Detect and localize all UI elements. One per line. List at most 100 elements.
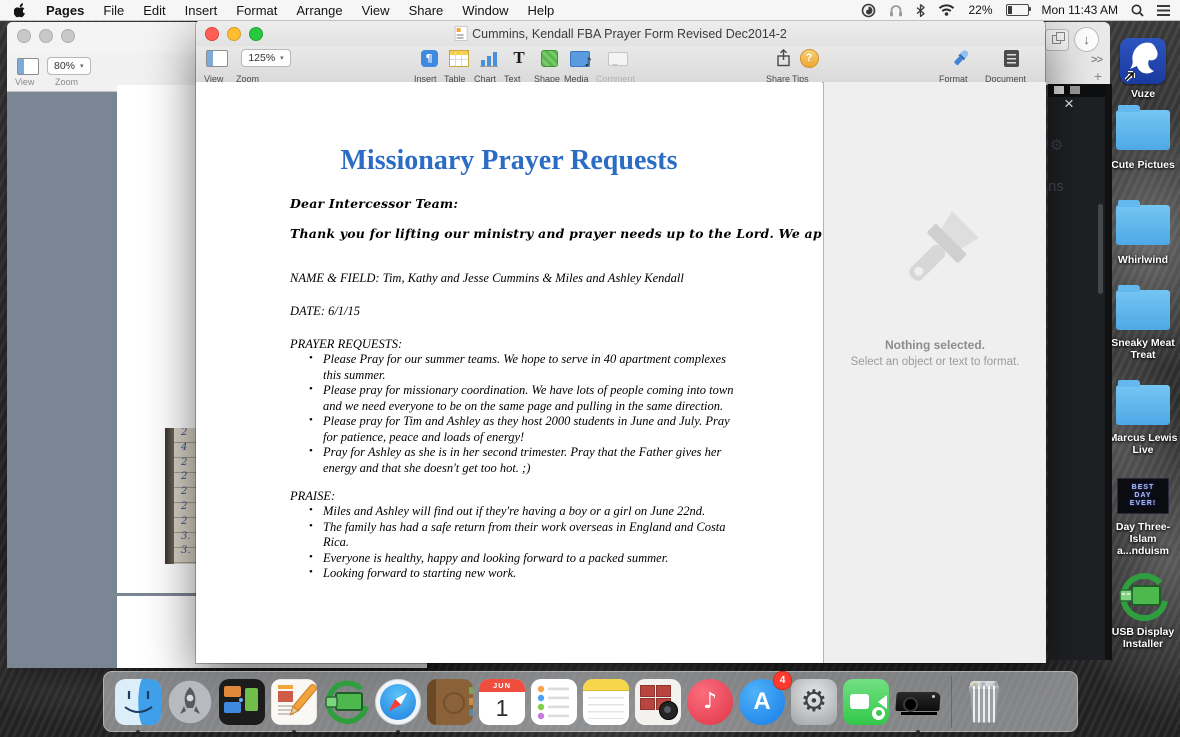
desktop-icon-marcus-lewis-live[interactable]: Marcus Lewis Live <box>1104 385 1180 456</box>
tips-button[interactable]: ? Tips <box>792 49 826 67</box>
window-tiles-icon <box>219 679 265 725</box>
media-button[interactable]: ♪ Media <box>564 49 596 67</box>
menu-insert[interactable]: Insert <box>185 3 218 18</box>
running-indicator <box>292 730 296 734</box>
notes-icon <box>583 679 629 725</box>
name-field-line: NAME & FIELD: Tim, Kathy and Jesse Cummi… <box>290 270 822 286</box>
view-button[interactable]: View <box>204 49 230 67</box>
download-button[interactable]: ↓ <box>1074 27 1099 52</box>
menu-clock[interactable]: Mon 11:43 AM <box>1042 3 1119 17</box>
zoom-button[interactable] <box>61 29 75 43</box>
close-button[interactable] <box>17 29 31 43</box>
menu-format[interactable]: Format <box>236 3 277 18</box>
running-indicator <box>916 730 920 734</box>
dock-app-store[interactable]: A 4 <box>736 676 788 728</box>
document-button[interactable]: Document <box>985 49 1037 67</box>
dock-projector-device[interactable] <box>892 676 944 728</box>
menu-help[interactable]: Help <box>528 3 555 18</box>
dock-safari[interactable] <box>372 676 424 728</box>
list-item: Please Pray for our summer teams. We hop… <box>323 352 737 383</box>
desktop-icon-day-three[interactable]: BEST DAY EVER! Day Three- Islam a...ndui… <box>1104 478 1180 557</box>
desktop-icon-vuze[interactable]: Vuze <box>1104 38 1180 100</box>
desktop-icon-whirlwind[interactable]: Whirlwind <box>1104 205 1180 266</box>
app-store-badge: 4 <box>773 671 792 690</box>
tabs-overview-button[interactable] <box>1045 29 1069 51</box>
dock-contacts[interactable] <box>424 676 476 728</box>
minimize-button[interactable] <box>227 27 241 41</box>
minimize-button[interactable] <box>39 29 53 43</box>
select-hint-text: Select an object or text to format. <box>824 356 1046 368</box>
dock-usb-display[interactable] <box>320 676 372 728</box>
headphones-icon[interactable] <box>889 4 903 17</box>
document-page[interactable]: Missionary Prayer Requests Dear Interces… <box>196 82 822 663</box>
desktop-icon-label: Whirlwind <box>1104 254 1180 266</box>
dock-pages[interactable] <box>268 676 320 728</box>
dock-calendar[interactable]: JUN 1 <box>476 676 528 728</box>
spotlight-search-icon[interactable] <box>1131 4 1144 17</box>
dock-reminders[interactable] <box>528 676 580 728</box>
menu-arrange[interactable]: Arrange <box>296 3 342 18</box>
desktop-icon-label: Cute Pictues <box>1104 159 1180 171</box>
camera-lens-icon <box>659 701 678 720</box>
desktop-icon-usb-display-installer[interactable]: USB Display Installer <box>1104 570 1180 650</box>
folder-icon <box>1116 290 1170 330</box>
menu-pages[interactable]: Pages <box>46 3 84 18</box>
list-item: The family has had a safe return from th… <box>323 520 737 551</box>
desktop-icon-cute-pictues[interactable]: Cute Pictues <box>1104 110 1180 171</box>
shape-button[interactable]: Shape <box>534 49 564 67</box>
zoom-dropdown[interactable]: 125%▾ Zoom <box>236 49 296 67</box>
insert-button[interactable]: ¶ Insert <box>414 49 444 67</box>
caret-down-icon: ▾ <box>280 54 284 62</box>
facetime-icon <box>843 679 889 725</box>
paintbrush-placeholder-icon <box>880 200 990 310</box>
format-button[interactable]: Format <box>939 49 983 67</box>
folder-icon <box>1116 110 1170 150</box>
new-tab-button[interactable]: + <box>1094 68 1102 84</box>
zoom-button[interactable] <box>249 27 263 41</box>
view-button[interactable] <box>17 58 39 75</box>
table-button[interactable]: Table <box>444 49 474 67</box>
desktop-icon-label: USB Display Installer <box>1104 626 1180 650</box>
list-item: Pray for Ashley as she is in her second … <box>323 445 737 476</box>
text-button[interactable]: T Text <box>504 49 534 67</box>
dock-system-preferences[interactable]: ⚙ <box>788 676 840 728</box>
folder-icon <box>1116 385 1170 425</box>
dock-itunes[interactable]: ♪ <box>684 676 736 728</box>
battery-icon[interactable] <box>1006 4 1029 16</box>
bluetooth-icon[interactable] <box>916 4 925 17</box>
dock-photo-booth[interactable] <box>632 676 684 728</box>
trash-full-icon <box>967 681 1001 723</box>
desktop-icon-sneaky-meat-treat[interactable]: Sneaky Meat Treat <box>1104 290 1180 361</box>
menu-window[interactable]: Window <box>462 3 508 18</box>
close-panel-button[interactable]: × <box>1064 94 1074 114</box>
list-item: Everyone is healthy, happy and looking f… <box>323 551 737 567</box>
wifi-icon[interactable] <box>938 4 955 16</box>
document-proxy-icon[interactable] <box>454 26 467 41</box>
chart-button[interactable]: Chart <box>474 49 504 67</box>
status-app-icon[interactable] <box>861 3 876 18</box>
dock-notes[interactable] <box>580 676 632 728</box>
video-file-icon: BEST DAY EVER! <box>1117 478 1169 514</box>
format-sidebar: Nothing selected. Select an object or te… <box>823 82 1046 663</box>
dock-window-tiles-app[interactable] <box>216 676 268 728</box>
calendar-day: 1 <box>479 692 525 725</box>
dock-launchpad[interactable] <box>164 676 216 728</box>
window-title-area: Cummins, Kendall FBA Prayer Form Revised… <box>454 26 787 41</box>
apple-menu[interactable] <box>14 3 27 18</box>
menu-view[interactable]: View <box>362 3 390 18</box>
text-icon: T <box>513 49 524 67</box>
dock-finder[interactable] <box>112 676 164 728</box>
close-button[interactable] <box>205 27 219 41</box>
comment-button[interactable]: Comment <box>596 49 640 67</box>
handwritten-ledger-image[interactable]: 2 4 2 2 2 2 2 3. 3. <box>165 428 198 564</box>
dock-facetime[interactable] <box>840 676 892 728</box>
dock-trash[interactable] <box>958 676 1010 728</box>
panel-scrollbar[interactable] <box>1098 204 1103 294</box>
titlebar[interactable]: Cummins, Kendall FBA Prayer Form Revised… <box>196 20 1045 47</box>
menu-file[interactable]: File <box>103 3 124 18</box>
overflow-chevrons[interactable]: >> <box>1091 54 1102 66</box>
menu-edit[interactable]: Edit <box>143 3 165 18</box>
zoom-dropdown[interactable]: 80% ▾ <box>47 57 91 75</box>
menu-share[interactable]: Share <box>409 3 444 18</box>
notification-center-icon[interactable] <box>1157 5 1170 16</box>
